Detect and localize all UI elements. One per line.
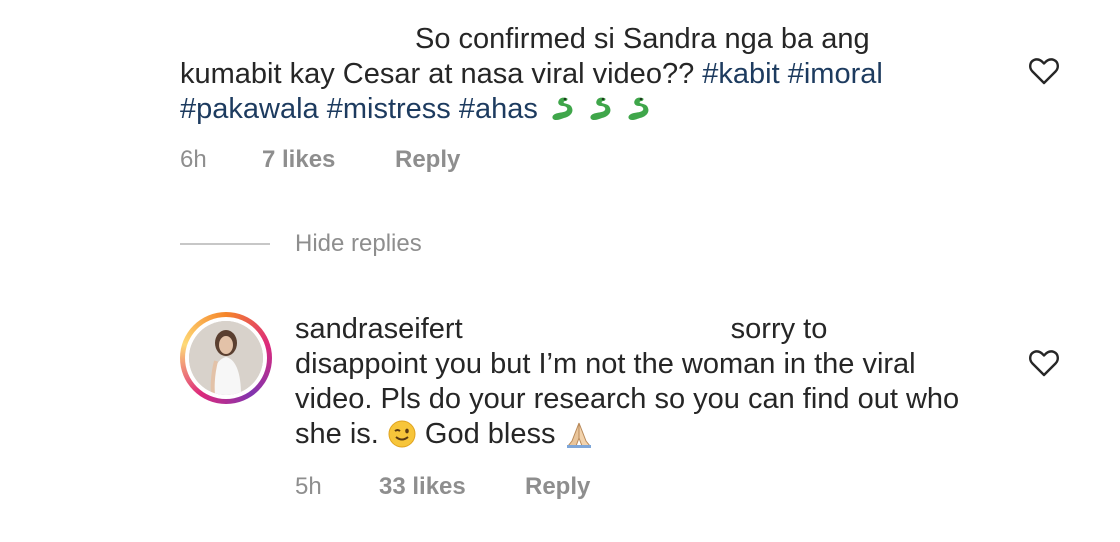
snake-emoji-icon: [590, 97, 611, 120]
comment-line: kumabit kay Cesar at nasa viral video?? …: [180, 57, 980, 92]
comment-item: So confirmed si Sandra nga ba ang kumabi…: [180, 22, 980, 127]
likes-count[interactable]: 33 likes: [379, 473, 466, 501]
reply-button[interactable]: Reply: [395, 146, 460, 174]
reply-text-line2: disappoint you but I’m not the woman in …: [295, 348, 916, 380]
folded-hands-icon: [566, 422, 591, 448]
hide-replies-button[interactable]: Hide replies: [295, 230, 422, 258]
avatar[interactable]: [180, 312, 272, 404]
comment-line: sandraseifert sorry to: [295, 312, 1055, 347]
snake-emoji-icon: [628, 97, 649, 120]
reply-text-line4b: God bless: [416, 418, 564, 450]
reply-text-line1: sorry to: [730, 313, 828, 345]
comment-line: #pakawala #mistress #ahas: [180, 92, 980, 127]
comment-text-line2: kumabit kay Cesar at nasa viral video??: [180, 58, 703, 90]
comment-text: So confirmed si Sandra nga ba ang kumabi…: [180, 22, 980, 127]
comment-time: 6h: [180, 146, 207, 173]
hashtag-link[interactable]: #pakawala: [180, 93, 319, 125]
comment-text-line1: So confirmed si Sandra nga ba ang: [415, 23, 870, 55]
comment-line: So confirmed si Sandra nga ba ang: [180, 22, 980, 57]
likes-count[interactable]: 7 likes: [262, 146, 335, 174]
avatar-photo: [189, 321, 263, 395]
reply-text-line3: video. Pls do your research so you can f…: [295, 383, 960, 415]
reply-text-line4a: she is.: [295, 418, 387, 450]
reply-button[interactable]: Reply: [525, 473, 590, 501]
thread-divider: [180, 243, 270, 245]
username-link[interactable]: sandraseifert: [295, 313, 463, 345]
comment-time: 5h: [295, 473, 322, 500]
hashtag-link[interactable]: #kabit: [702, 58, 779, 90]
hashtag-link[interactable]: #ahas: [459, 93, 538, 125]
hashtag-link[interactable]: #mistress: [327, 93, 451, 125]
heart-icon[interactable]: [1028, 56, 1060, 86]
heart-icon[interactable]: [1028, 348, 1060, 378]
winking-face-icon: [388, 420, 416, 448]
snake-emoji-icon: [552, 97, 573, 120]
reply-text: sandraseifert sorry to disappoint you but…: [295, 312, 1055, 452]
reply-item: sandraseifert sorry to disappoint you but…: [295, 312, 1055, 452]
comment-line: she is. God bless: [295, 417, 1055, 452]
hashtag-link[interactable]: #imoral: [788, 58, 883, 90]
